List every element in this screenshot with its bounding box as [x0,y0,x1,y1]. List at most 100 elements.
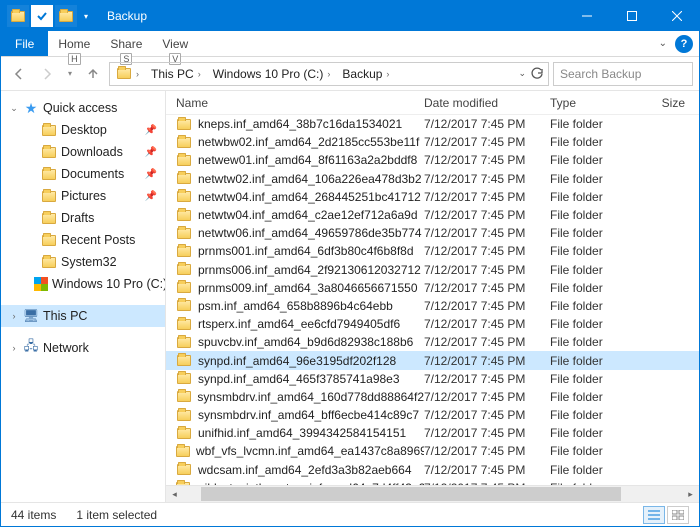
nav-this-pc[interactable]: › 🖥 This PC [1,305,165,327]
table-row[interactable]: wbf_vfs_lvcmn.inf_amd64_ea1437c8a8969d8d… [166,442,699,460]
nav-quick-access-group: ⌄ ★ Quick access ›Desktop📌›Downloads📌›Do… [1,97,165,295]
table-row[interactable]: netwbw02.inf_amd64_2d2185cc553be11f7/12/… [166,133,699,151]
file-name: netwtw02.inf_amd64_106a226ea478d3b2 [198,172,422,186]
nav-quick-access[interactable]: ⌄ ★ Quick access [1,97,165,119]
qat-checkbox-button[interactable] [31,5,53,27]
keytip: H [68,53,81,65]
table-row[interactable]: synsmbdrv.inf_amd64_160d778dd88864f27/12… [166,388,699,406]
breadcrumb-root[interactable]: › [110,63,145,85]
sidebar-item[interactable]: ›Desktop📌 [1,119,165,141]
table-row[interactable]: psm.inf_amd64_658b8896b4c64ebb7/12/2017 … [166,297,699,315]
expand-ribbon-icon[interactable]: ⌄ [659,38,667,49]
horizontal-scrollbar[interactable]: ◂ ▸ [166,485,699,502]
navigation-pane[interactable]: ⌄ ★ Quick access ›Desktop📌›Downloads📌›Do… [1,91,166,502]
details-view-button[interactable] [643,506,665,524]
address-dropdown-button[interactable]: ⌄ [518,68,526,79]
scroll-left-button[interactable]: ◂ [166,486,183,503]
table-row[interactable]: prnms001.inf_amd64_6df3b80c4f6b8f8d7/12/… [166,242,699,260]
tab-view[interactable]: ViewV [152,31,198,56]
folder-icon [176,334,192,350]
tab-label: Home [58,37,90,51]
folder-icon [176,353,192,369]
file-date: 7/12/2017 7:45 PM [424,444,550,458]
column-headers[interactable]: Name Date modified Type Size [166,91,699,115]
file-name: wbf_vfs_lvcmn.inf_amd64_ea1437c8a8969d8d [196,444,424,458]
up-button[interactable] [81,62,105,86]
thumbnails-view-button[interactable] [667,506,689,524]
maximize-button[interactable] [609,1,654,31]
table-row[interactable]: kneps.inf_amd64_38b7c16da15340217/12/201… [166,115,699,133]
table-row[interactable]: netwtw04.inf_amd64_268445251bc417127/12/… [166,188,699,206]
collapse-icon[interactable]: ⌄ [9,103,19,114]
qat-properties-button[interactable] [7,5,29,27]
spacer: › [27,235,37,245]
folder-icon [176,152,192,168]
table-row[interactable]: netwtw02.inf_amd64_106a226ea478d3b27/12/… [166,170,699,188]
breadcrumb[interactable]: › This PC› Windows 10 Pro (C:)› Backup› … [109,62,549,86]
search-input[interactable]: Search Backup [553,62,693,86]
sidebar-item[interactable]: ›Pictures📌 [1,185,165,207]
table-row[interactable]: prnms009.inf_amd64_3a80466566715507/12/2… [166,279,699,297]
table-row[interactable]: synsmbdrv.inf_amd64_bff6ecbe414c89c77/12… [166,406,699,424]
breadcrumb-item[interactable]: Windows 10 Pro (C:)› [207,63,337,85]
breadcrumb-label: Windows 10 Pro (C:) [213,67,324,81]
file-list: Name Date modified Type Size kneps.inf_a… [166,91,699,502]
tab-share[interactable]: ShareS [100,31,152,56]
expand-icon[interactable]: › [9,311,19,321]
file-type: File folder [550,408,640,422]
sidebar-item[interactable]: ›System32 [1,251,165,273]
table-row[interactable]: prnms006.inf_amd64_2f921306120327127/12/… [166,261,699,279]
file-date: 7/12/2017 7:45 PM [424,117,550,131]
table-row[interactable]: unifhid.inf_amd64_39943425841541517/12/2… [166,424,699,442]
table-row[interactable]: spuvcbv.inf_amd64_b9d6d82938c188b67/12/2… [166,333,699,351]
pin-icon: 📌 [145,191,157,202]
file-name: prnms006.inf_amd64_2f92130612032712 [198,263,421,277]
forward-button[interactable] [35,62,59,86]
title-bar[interactable]: ▾ Backup [1,1,699,31]
spacer: › [27,191,37,201]
qat-customize-button[interactable]: ▾ [79,5,93,27]
back-button[interactable] [7,62,31,86]
column-name[interactable]: Name [176,96,424,110]
sidebar-item[interactable]: ›Windows 10 Pro (C:) [1,273,165,295]
pc-icon: 🖥 [23,308,39,324]
file-rows[interactable]: kneps.inf_amd64_38b7c16da15340217/12/201… [166,115,699,485]
scroll-right-button[interactable]: ▸ [682,486,699,503]
table-row[interactable]: wdcsam.inf_amd64_2efd3a3b82aeb6647/12/20… [166,461,699,479]
file-tab[interactable]: File [1,31,48,56]
help-icon[interactable]: ? [675,35,693,53]
file-date: 7/12/2017 7:45 PM [424,463,550,477]
sidebar-item[interactable]: ›Recent Posts [1,229,165,251]
nav-label: Downloads [61,145,123,159]
close-icon [672,11,682,21]
recent-locations-button[interactable]: ▾ [63,62,77,86]
table-row[interactable]: synpd.inf_amd64_465f3785741a98e37/12/201… [166,370,699,388]
column-type[interactable]: Type [550,96,640,110]
folder-icon [58,8,74,24]
column-date[interactable]: Date modified [424,96,550,110]
minimize-button[interactable] [564,1,609,31]
table-row[interactable]: synpd.inf_amd64_96e3195df202f1287/12/201… [166,351,699,369]
folder-icon [176,407,192,423]
status-count: 44 items [11,508,56,522]
table-row[interactable]: netwtw04.inf_amd64_c2ae12ef712a6a9d7/12/… [166,206,699,224]
column-size[interactable]: Size [640,96,699,110]
file-type: File folder [550,426,640,440]
table-row[interactable]: netwtw06.inf_amd64_49659786de35b7747/12/… [166,224,699,242]
scrollbar-thumb[interactable] [201,487,621,501]
sidebar-item[interactable]: ›Downloads📌 [1,141,165,163]
table-row[interactable]: netwew01.inf_amd64_8f61163a2a2bddf87/12/… [166,151,699,169]
close-button[interactable] [654,1,699,31]
nav-network[interactable]: › 🖧 Network [1,337,165,359]
tab-home[interactable]: HomeH [48,31,100,56]
qat-folder-button[interactable] [55,5,77,27]
refresh-button[interactable] [530,67,544,81]
status-bar: 44 items 1 item selected [1,502,699,526]
folder-icon [176,189,192,205]
expand-icon[interactable]: › [9,343,19,353]
breadcrumb-item[interactable]: This PC› [145,63,207,85]
sidebar-item[interactable]: ›Drafts [1,207,165,229]
breadcrumb-item[interactable]: Backup› [336,63,395,85]
sidebar-item[interactable]: ›Documents📌 [1,163,165,185]
table-row[interactable]: rtsperx.inf_amd64_ee6cfd7949405df67/12/2… [166,315,699,333]
